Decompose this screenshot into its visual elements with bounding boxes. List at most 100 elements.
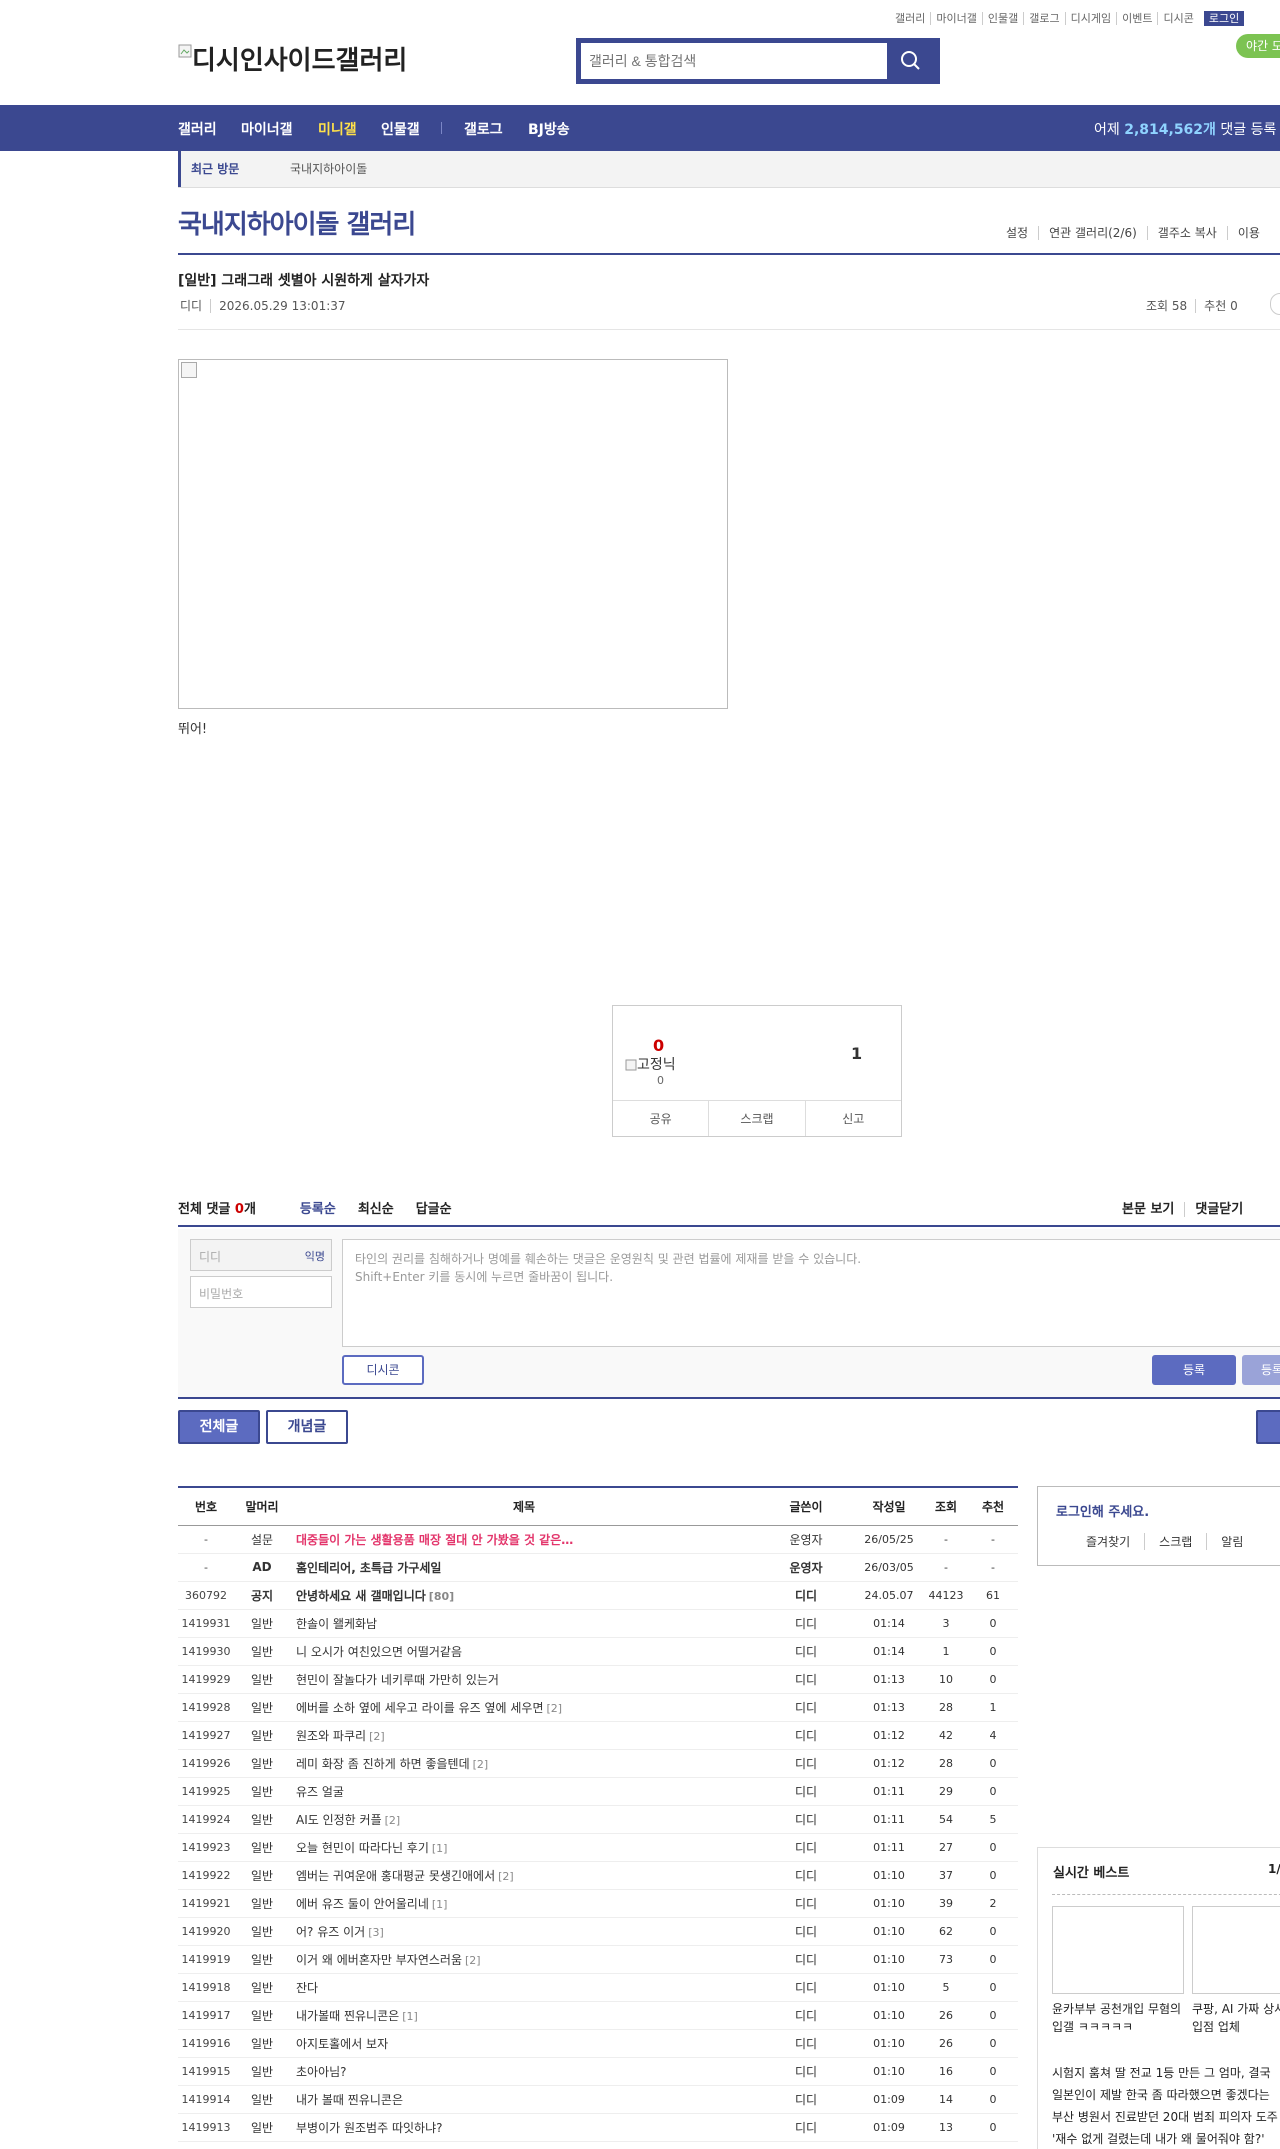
row-title[interactable]: 부병이가 원조범주 따잇하냐? <box>290 2113 758 2142</box>
table-row[interactable]: 1419917 일반 내가볼때 찐유니콘은 [1] 디디 01:10 26 0 <box>178 2001 1018 2030</box>
col-head[interactable]: 말머리 <box>234 1487 290 1525</box>
row-title[interactable]: 에버를 소하 옆에 세우고 라이를 유즈 옆에 세우면 [2] <box>290 1693 758 1722</box>
row-title[interactable]: 현민이 잘놀다가 네키루때 가만히 있는거 <box>290 1665 758 1694</box>
recent-visit-item[interactable]: 국내지하아이돌 <box>290 151 367 187</box>
top-nav-event[interactable]: 이벤트 <box>1116 12 1158 25</box>
reply-count[interactable]: [2] <box>385 1814 401 1827</box>
row-title[interactable]: AI도 인정한 커플 [2] <box>290 1805 758 1834</box>
reply-count[interactable]: [3] <box>368 1926 384 1939</box>
table-row[interactable]: - AD 홈인테리어, 초특급 가구세일 운영자 26/03/05 - - <box>178 1553 1018 1582</box>
row-title[interactable]: 레미 화장 좀 진하게 하면 좋을텐데 [2] <box>290 1749 758 1778</box>
table-row[interactable]: 1419928 일반 에버를 소하 옆에 세우고 라이를 유즈 옆에 세우면 [2] 디… <box>178 1693 1018 1722</box>
row-writer[interactable]: 디디 <box>758 1917 854 1946</box>
reply-count[interactable]: [2] <box>547 1702 563 1715</box>
favorites-link[interactable]: 즐겨찾기 <box>1038 1533 1144 1550</box>
copy-url-link[interactable]: 갤주소 복사 <box>1146 226 1227 240</box>
scrap-button[interactable]: 스크랩 <box>708 1101 804 1136</box>
row-title[interactable]: 초아아님? <box>290 2057 758 2086</box>
best-line-2[interactable]: 일본인이 제발 한국 좀 따라했으면 좋겠다는 <box>1052 2086 1280 2103</box>
row-title[interactable]: 유즈 얼굴 <box>290 1777 758 1806</box>
row-writer[interactable]: 디디 <box>758 1833 854 1862</box>
reply-count[interactable]: [1] <box>432 1842 448 1855</box>
best-line-3[interactable]: 부산 병원서 진료받던 20대 범죄 피의자 도주 <box>1052 2108 1280 2125</box>
table-row[interactable]: 1419913 일반 부병이가 원조범주 따잇하냐? 디디 01:09 13 0 <box>178 2113 1018 2142</box>
tab-concept-posts[interactable]: 개념글 <box>266 1410 348 1444</box>
gallery-settings-link[interactable]: 설정 <box>1006 226 1038 240</box>
row-writer[interactable]: 디디 <box>758 1973 854 2002</box>
sort-latest[interactable]: 최신순 <box>358 1202 394 1217</box>
comment-submit-button[interactable]: 등록 <box>1152 1355 1236 1385</box>
best-line-1[interactable]: 시험지 훔쳐 딸 전교 1등 만든 그 엄마, 결국 <box>1052 2064 1280 2081</box>
row-writer[interactable]: 디디 <box>758 1721 854 1750</box>
write-post-button[interactable] <box>1256 1410 1280 1444</box>
reply-count[interactable]: [2] <box>498 1870 514 1883</box>
sort-registered[interactable]: 등록순 <box>300 1202 336 1217</box>
best-thumb-1[interactable] <box>1052 1906 1184 1994</box>
best-card-title-1[interactable]: 윤카부부 공천개입 무혐의입갤 ㅋㅋㅋㅋㅋ <box>1052 2000 1184 2036</box>
row-writer[interactable]: 디디 <box>758 1861 854 1890</box>
row-title[interactable]: 홈인테리어, 초특급 가구세일 <box>290 1553 758 1582</box>
row-writer[interactable]: 운영자 <box>758 1525 854 1554</box>
top-nav-person[interactable]: 인물갤 <box>981 12 1024 25</box>
table-row[interactable]: 1419921 일반 에버 유즈 둘이 안어울리네 [1] 디디 01:10 39 2 <box>178 1889 1018 1918</box>
login-button[interactable]: 로그인 <box>1203 11 1245 26</box>
table-row[interactable]: 1419923 일반 오늘 현민이 따라다닌 후기 [1] 디디 01:11 27 0 <box>178 1833 1018 1862</box>
search-input[interactable] <box>581 43 881 79</box>
reply-count[interactable]: [2] <box>465 1954 481 1967</box>
post-image[interactable] <box>178 359 728 709</box>
row-title[interactable]: 에버 유즈 둘이 안어울리네 [1] <box>290 1889 758 1918</box>
row-title[interactable]: 안녕하세요 새 갤매입니다 [80] <box>290 1581 758 1610</box>
comment-name-field[interactable]: 디디 익명 <box>190 1239 332 1271</box>
table-row[interactable]: 1419918 일반 잔다 디디 01:10 5 0 <box>178 1973 1018 2002</box>
row-title[interactable]: 엠버는 귀여운애 홍대평균 못생긴애에서 [2] <box>290 1861 758 1890</box>
sort-replies[interactable]: 답글순 <box>416 1202 452 1217</box>
table-row[interactable]: 1419924 일반 AI도 인정한 커플 [2] 디디 01:11 54 5 <box>178 1805 1018 1834</box>
table-row[interactable]: 1419915 일반 초아아님? 디디 01:10 16 0 <box>178 2057 1018 2086</box>
alarm-link[interactable]: 알림 <box>1206 1533 1257 1550</box>
row-title[interactable]: 아지토홀에서 보자 <box>290 2029 758 2058</box>
row-title[interactable]: 한솔이 왤케화남 <box>290 1609 758 1638</box>
reply-count[interactable]: [2] <box>369 1730 385 1743</box>
reply-count[interactable]: [1] <box>432 1898 448 1911</box>
row-writer[interactable]: 디디 <box>758 2001 854 2030</box>
row-title[interactable]: 어? 유즈 이거 [3] <box>290 1917 758 1946</box>
row-title[interactable]: 내가 볼때 찐유니콘은 <box>290 2085 758 2114</box>
gnb-bj[interactable]: BJ방송 <box>528 119 570 139</box>
post-writer[interactable]: 디디 <box>180 299 202 313</box>
top-nav-gallog[interactable]: 갤로그 <box>1023 12 1065 25</box>
night-mode-toggle[interactable]: 야간 모드 <box>1236 34 1280 58</box>
row-title[interactable]: 원조와 파쿠리 [2] <box>290 1721 758 1750</box>
reply-count[interactable]: [2] <box>473 1758 489 1771</box>
report-button[interactable]: 신고 <box>804 1101 901 1136</box>
dccon-button[interactable]: 디시콘 <box>342 1355 424 1385</box>
row-writer[interactable]: 디디 <box>758 2113 854 2142</box>
row-writer[interactable]: 디디 <box>758 1609 854 1638</box>
row-writer[interactable]: 디디 <box>758 1805 854 1834</box>
table-row[interactable]: 1419920 일반 어? 유즈 이거 [3] 디디 01:10 62 0 <box>178 1917 1018 1946</box>
row-title[interactable]: 내가볼때 찐유니콘은 [1] <box>290 2001 758 2030</box>
table-row[interactable]: 1419916 일반 아지토홀에서 보자 디디 01:10 26 0 <box>178 2029 1018 2058</box>
table-row[interactable]: 1419919 일반 이거 왜 에버혼자만 부자연스러움 [2] 디디 01:10 73 0 <box>178 1945 1018 1974</box>
table-row[interactable]: 360792 공지 안녕하세요 새 갤매입니다 [80] 디디 24.05.07 44123… <box>178 1581 1018 1610</box>
table-row[interactable]: 1419929 일반 현민이 잘놀다가 네키루때 가만히 있는거 디디 01:13 10 0 <box>178 1665 1018 1694</box>
top-nav-gallery[interactable]: 갤러리 <box>890 12 930 25</box>
table-row[interactable]: - 설문 대중들이 가는 생활용품 매장 절대 안 가봤을 것 같은… 운영자 26/0… <box>178 1525 1018 1554</box>
post-more-button[interactable] <box>1270 293 1280 315</box>
search-button[interactable] <box>887 43 935 79</box>
top-nav-dccon[interactable]: 디시콘 <box>1157 12 1199 25</box>
gnb-gallery[interactable]: 갤러리 <box>178 119 217 139</box>
top-nav-minor[interactable]: 마이너갤 <box>930 12 982 25</box>
row-title[interactable]: 대중들이 가는 생활용품 매장 절대 안 가봤을 것 같은… <box>290 1525 758 1554</box>
row-writer[interactable]: 디디 <box>758 1665 854 1694</box>
table-row[interactable]: 1419931 일반 한솔이 왤케화남 디디 01:14 3 0 <box>178 1609 1018 1638</box>
table-row[interactable]: 1419930 일반 니 오시가 여친있으면 어떨거같음 디디 01:14 1 0 <box>178 1637 1018 1666</box>
best-card-title-2[interactable]: 쿠팡, AI 가짜 상사지로 미입점 업체 <box>1192 2000 1280 2036</box>
row-writer[interactable]: 디디 <box>758 1693 854 1722</box>
share-button[interactable]: 공유 <box>613 1101 708 1136</box>
reply-count[interactable]: [1] <box>402 2010 418 2023</box>
gallery-title[interactable]: 국내지하아이돌 갤러리 <box>178 204 416 241</box>
row-title[interactable]: 잔다 <box>290 1973 758 2002</box>
table-row[interactable]: 1419926 일반 레미 화장 좀 진하게 하면 좋을텐데 [2] 디디 01:12 28… <box>178 1749 1018 1778</box>
gnb-gallog[interactable]: 갤로그 <box>464 119 503 139</box>
row-writer[interactable]: 디디 <box>758 1749 854 1778</box>
